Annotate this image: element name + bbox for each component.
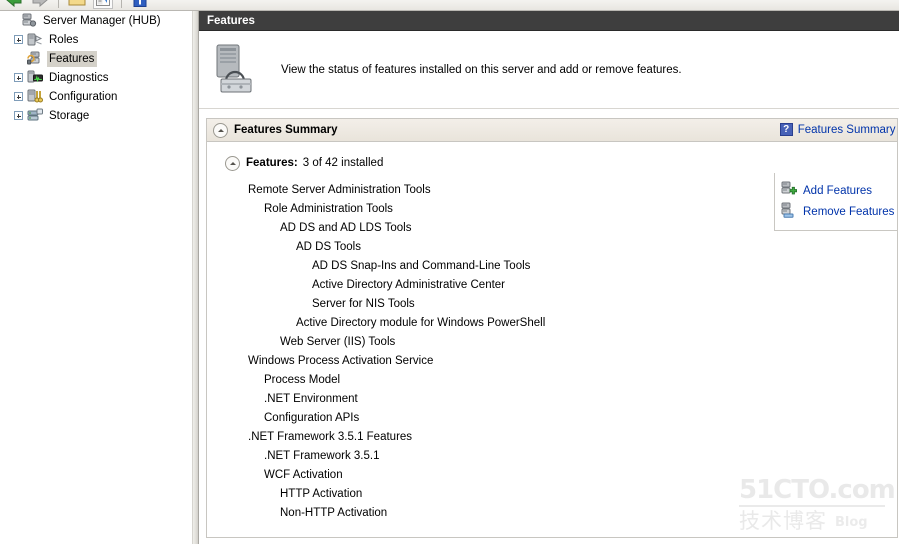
collapse-summary-button[interactable] — [213, 122, 228, 138]
sidebar-item-label-diagnostics: Diagnostics — [49, 71, 109, 84]
expand-toggle-configuration[interactable] — [14, 92, 23, 101]
installed-features-list: Remote Server Administration Tools Role A… — [207, 181, 897, 529]
installed-feature-label: Active Directory module for Windows Powe… — [296, 317, 546, 329]
toolbar — [0, 0, 899, 11]
banner-description: View the status of features installed on… — [281, 63, 682, 76]
server-manager-icon — [21, 13, 37, 28]
sidebar-item-label-roles: Roles — [49, 33, 79, 46]
help-question-icon: ? — [779, 123, 793, 136]
forward-arrow-icon[interactable] — [30, 0, 50, 9]
sidebar-item-configuration[interactable]: Configuration — [0, 87, 192, 106]
installed-feature-item: Web Server (IIS) Tools — [207, 333, 897, 352]
installed-feature-label: Web Server (IIS) Tools — [280, 336, 396, 348]
add-features-icon — [781, 181, 798, 200]
back-arrow-icon[interactable] — [4, 0, 24, 9]
remove-features-action[interactable]: Remove Features — [781, 201, 897, 222]
features-summary-header: Features Summary ? Features Summary H — [207, 119, 897, 142]
installed-feature-label: Non-HTTP Activation — [280, 507, 388, 519]
features-label: Features: — [246, 157, 298, 169]
tree-root-label: Server Manager (HUB) — [43, 14, 161, 27]
installed-feature-item: .NET Framework 3.5.1 Features — [207, 428, 897, 447]
installed-feature-label: WCF Activation — [264, 469, 343, 481]
installed-feature-item: HTTP Activation — [207, 485, 897, 504]
chevron-up-icon-features — [229, 161, 236, 165]
installed-feature-item: Process Model — [207, 371, 897, 390]
installed-feature-label: AD DS Snap-Ins and Command-Line Tools — [312, 260, 531, 272]
toolbar-separator-2 — [121, 0, 122, 8]
add-features-action[interactable]: Add Features — [781, 180, 897, 201]
features-status-row: Features: 3 of 42 installed — [207, 155, 897, 171]
installed-feature-item: WCF Activation — [207, 466, 897, 485]
sidebar-item-storage[interactable]: Storage — [0, 106, 192, 125]
chevron-up-icon — [217, 128, 224, 132]
help-link-label: Features Summary H — [797, 123, 898, 136]
details-pane: Features View the status of features ins… — [199, 11, 899, 544]
installed-feature-label: Server for NIS Tools — [312, 298, 415, 310]
tree-root-server-manager[interactable]: Server Manager (HUB) — [0, 11, 192, 30]
server-tools-icon — [211, 43, 259, 96]
features-summary-body: Add Features Remove Features Features: 3… — [207, 142, 897, 529]
installed-feature-label: .NET Environment — [264, 393, 358, 405]
page-banner: View the status of features installed on… — [199, 31, 899, 109]
show-hide-tree-icon[interactable] — [93, 0, 113, 9]
installed-feature-label: Process Model — [264, 374, 341, 386]
diagnostics-icon — [27, 70, 43, 85]
expand-toggle-roles[interactable] — [14, 35, 23, 44]
roles-icon — [27, 32, 43, 47]
sidebar-item-label-features: Features — [47, 50, 98, 67]
console-tree-pane: Server Manager (HUB) Roles Features Diag… — [0, 11, 193, 544]
features-summary-panel: Features Summary ? Features Summary H Ad… — [206, 118, 898, 538]
installed-feature-item: .NET Framework 3.5.1 — [207, 447, 897, 466]
installed-feature-label: Configuration APIs — [264, 412, 360, 424]
sidebar-item-features[interactable]: Features — [0, 49, 192, 68]
features-installed-count: 3 of 42 installed — [302, 157, 384, 169]
installed-feature-item: Active Directory Administrative Center — [207, 276, 897, 295]
add-features-label: Add Features — [803, 184, 873, 197]
installed-feature-label: AD DS Tools — [296, 241, 361, 253]
toolbar-separator — [58, 0, 59, 8]
installed-feature-label: Remote Server Administration Tools — [248, 184, 431, 196]
remove-features-label: Remove Features — [803, 205, 895, 218]
installed-feature-label: Windows Process Activation Service — [248, 355, 434, 367]
installed-feature-label: Active Directory Administrative Center — [312, 279, 506, 291]
folder-up-icon[interactable] — [67, 0, 87, 9]
expand-toggle-storage[interactable] — [14, 111, 23, 120]
installed-feature-label: .NET Framework 3.5.1 — [264, 450, 380, 462]
features-icon — [27, 51, 43, 66]
installed-feature-label: Role Administration Tools — [264, 203, 393, 215]
remove-features-icon — [781, 202, 797, 221]
sidebar-item-diagnostics[interactable]: Diagnostics — [0, 68, 192, 87]
page-title: Features — [199, 11, 899, 31]
installed-feature-item: Windows Process Activation Service — [207, 352, 897, 371]
installed-feature-label: .NET Framework 3.5.1 Features — [248, 431, 413, 443]
installed-feature-item: Server for NIS Tools — [207, 295, 897, 314]
sidebar-item-roles[interactable]: Roles — [0, 30, 192, 49]
storage-icon — [27, 108, 43, 123]
expand-toggle-diagnostics[interactable] — [14, 73, 23, 82]
installed-feature-label: AD DS and AD LDS Tools — [280, 222, 412, 234]
installed-feature-item: Non-HTTP Activation — [207, 504, 897, 523]
features-summary-help-link[interactable]: ? Features Summary H — [779, 123, 898, 136]
actions-panel: Add Features Remove Features — [774, 173, 897, 231]
installed-feature-item: Active Directory module for Windows Powe… — [207, 314, 897, 333]
installed-feature-label: HTTP Activation — [280, 488, 363, 500]
collapse-features-button[interactable] — [225, 155, 240, 171]
features-summary-title: Features Summary — [234, 124, 338, 136]
installed-feature-item: AD DS Snap-Ins and Command-Line Tools — [207, 257, 897, 276]
installed-feature-item: Configuration APIs — [207, 409, 897, 428]
sidebar-item-label-storage: Storage — [49, 109, 90, 122]
installed-feature-item: AD DS Tools — [207, 238, 897, 257]
properties-icon[interactable] — [130, 0, 150, 9]
configuration-icon — [27, 89, 43, 104]
sidebar-item-label-configuration: Configuration — [49, 90, 118, 103]
installed-feature-item: .NET Environment — [207, 390, 897, 409]
